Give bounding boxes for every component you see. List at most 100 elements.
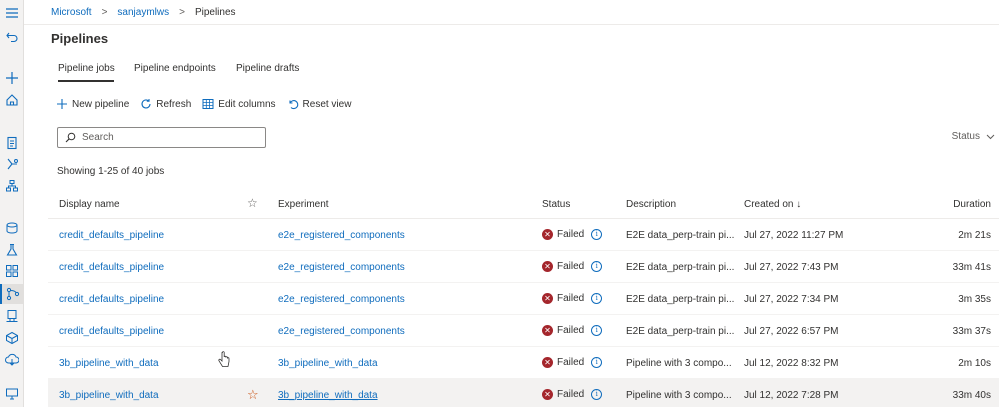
favorite-star-icon[interactable]: ☆ [247, 387, 259, 403]
experiment-link[interactable]: e2e_registered_components [278, 326, 405, 337]
header-display-name[interactable]: Display name [59, 199, 120, 210]
table-row[interactable]: 3b_pipeline_with_data 3b_pipeline_with_d… [48, 347, 999, 379]
failed-x-icon: ✕ [542, 389, 553, 400]
breadcrumb-current: Pipelines [194, 7, 236, 18]
home-icon[interactable] [4, 92, 20, 108]
job-name-link[interactable]: 3b_pipeline_with_data [59, 390, 159, 401]
environments-icon[interactable] [4, 308, 20, 324]
status-filter-dropdown[interactable]: Status [952, 131, 995, 142]
header-experiment[interactable]: Experiment [278, 199, 329, 210]
description-text: E2E data_perp-train pi... [626, 262, 735, 273]
back-icon[interactable] [4, 28, 20, 44]
experiment-link[interactable]: 3b_pipeline_with_data [278, 358, 378, 369]
description-text: E2E data_perp-train pi... [626, 326, 735, 337]
job-name-link[interactable]: credit_defaults_pipeline [59, 262, 164, 273]
compute-icon[interactable] [4, 386, 20, 402]
breadcrumb-root-link[interactable]: Microsoft [51, 7, 92, 18]
table-header: Display name ☆ Experiment Status Descrip… [48, 189, 999, 219]
refresh-icon [141, 99, 151, 109]
experiment-link[interactable]: e2e_registered_components [278, 294, 405, 305]
mouse-cursor-hand-icon [218, 351, 230, 367]
status-text: Failed [557, 229, 585, 240]
status-cell: ✕ Failed i [542, 261, 603, 272]
grid-icon [202, 99, 214, 109]
designer-icon[interactable] [4, 178, 20, 194]
info-icon[interactable]: i [591, 325, 603, 336]
plus-icon [57, 99, 67, 109]
duration-text: 3m 35s [958, 294, 991, 305]
info-icon[interactable]: i [591, 229, 603, 240]
status-cell: ✕ Failed i [542, 293, 603, 304]
duration-text: 2m 21s [958, 230, 991, 241]
hamburger-menu-icon[interactable] [4, 5, 20, 21]
header-description[interactable]: Description [626, 199, 676, 210]
created-on-text: Jul 27, 2022 6:57 PM [744, 326, 839, 337]
breadcrumb-workspace-link[interactable]: sanjaymlws [117, 7, 169, 18]
reset-view-button[interactable]: Reset view [287, 98, 351, 110]
tab-pipeline-endpoints[interactable]: Pipeline endpoints [134, 63, 236, 82]
job-name-link[interactable]: credit_defaults_pipeline [59, 230, 164, 241]
refresh-button[interactable]: Refresh [140, 98, 191, 110]
duration-text: 33m 37s [952, 326, 991, 337]
table-row[interactable]: credit_defaults_pipeline e2e_registered_… [48, 219, 999, 251]
status-text: Failed [557, 261, 585, 272]
header-status[interactable]: Status [542, 199, 570, 210]
status-text: Failed [557, 389, 585, 400]
new-plus-icon[interactable] [4, 70, 20, 86]
edit-columns-label: Edit columns [218, 98, 276, 110]
left-nav-rail [0, 0, 24, 407]
duration-text: 2m 10s [958, 358, 991, 369]
models-icon[interactable] [4, 330, 20, 346]
command-bar: New pipeline Refresh Edit columns Reset … [56, 98, 362, 110]
notebooks-icon[interactable] [4, 135, 20, 151]
favorite-header-star-icon[interactable]: ☆ [247, 196, 258, 210]
components-icon[interactable] [4, 263, 20, 279]
failed-x-icon: ✕ [542, 293, 553, 304]
job-name-link[interactable]: credit_defaults_pipeline [59, 326, 164, 337]
chevron-down-icon [986, 134, 995, 140]
edit-columns-button[interactable]: Edit columns [202, 98, 276, 110]
tab-pipeline-jobs[interactable]: Pipeline jobs [58, 63, 134, 82]
endpoints-icon[interactable] [4, 352, 20, 368]
info-icon[interactable]: i [591, 357, 603, 368]
search-icon [65, 132, 76, 143]
info-icon[interactable]: i [591, 389, 603, 400]
status-cell: ✕ Failed i [542, 229, 603, 240]
tab-pipeline-drafts[interactable]: Pipeline drafts [236, 63, 316, 82]
breadcrumb-separator: > [179, 7, 185, 18]
pipelines-icon[interactable] [0, 284, 24, 304]
automl-icon[interactable] [4, 156, 20, 172]
failed-x-icon: ✕ [542, 261, 553, 272]
created-on-text: Jul 27, 2022 11:27 PM [744, 230, 844, 241]
new-pipeline-label: New pipeline [72, 98, 130, 110]
info-icon[interactable]: i [591, 261, 603, 272]
header-duration[interactable]: Duration [953, 199, 991, 210]
status-cell: ✕ Failed i [542, 325, 603, 336]
job-name-link[interactable]: credit_defaults_pipeline [59, 294, 164, 305]
duration-text: 33m 40s [952, 390, 991, 401]
header-created-on[interactable]: Created on ↓ [744, 199, 801, 210]
status-cell: ✕ Failed i [542, 389, 603, 400]
jobs-flask-icon[interactable] [4, 242, 20, 258]
top-divider [24, 24, 999, 25]
table-row[interactable]: credit_defaults_pipeline e2e_registered_… [48, 283, 999, 315]
table-row[interactable]: 3b_pipeline_with_data ☆ 3b_pipeline_with… [48, 379, 999, 407]
tab-list: Pipeline jobs Pipeline endpoints Pipelin… [58, 63, 316, 82]
table-row[interactable]: credit_defaults_pipeline e2e_registered_… [48, 251, 999, 283]
failed-x-icon: ✕ [542, 229, 553, 240]
experiment-link[interactable]: 3b_pipeline_with_data [278, 390, 378, 401]
job-name-link[interactable]: 3b_pipeline_with_data [59, 358, 159, 369]
experiment-link[interactable]: e2e_registered_components [278, 230, 405, 241]
new-pipeline-button[interactable]: New pipeline [56, 98, 129, 110]
failed-x-icon: ✕ [542, 357, 553, 368]
data-icon[interactable] [4, 220, 20, 236]
info-icon[interactable]: i [591, 293, 603, 304]
created-on-text: Jul 12, 2022 7:28 PM [744, 390, 839, 401]
search-box[interactable] [57, 127, 266, 148]
jobs-table: Display name ☆ Experiment Status Descrip… [48, 189, 999, 407]
breadcrumb: Microsoft > sanjaymlws > Pipelines [51, 7, 236, 18]
table-row[interactable]: credit_defaults_pipeline e2e_registered_… [48, 315, 999, 347]
experiment-link[interactable]: e2e_registered_components [278, 262, 405, 273]
refresh-label: Refresh [156, 98, 192, 110]
search-input[interactable] [82, 132, 252, 143]
